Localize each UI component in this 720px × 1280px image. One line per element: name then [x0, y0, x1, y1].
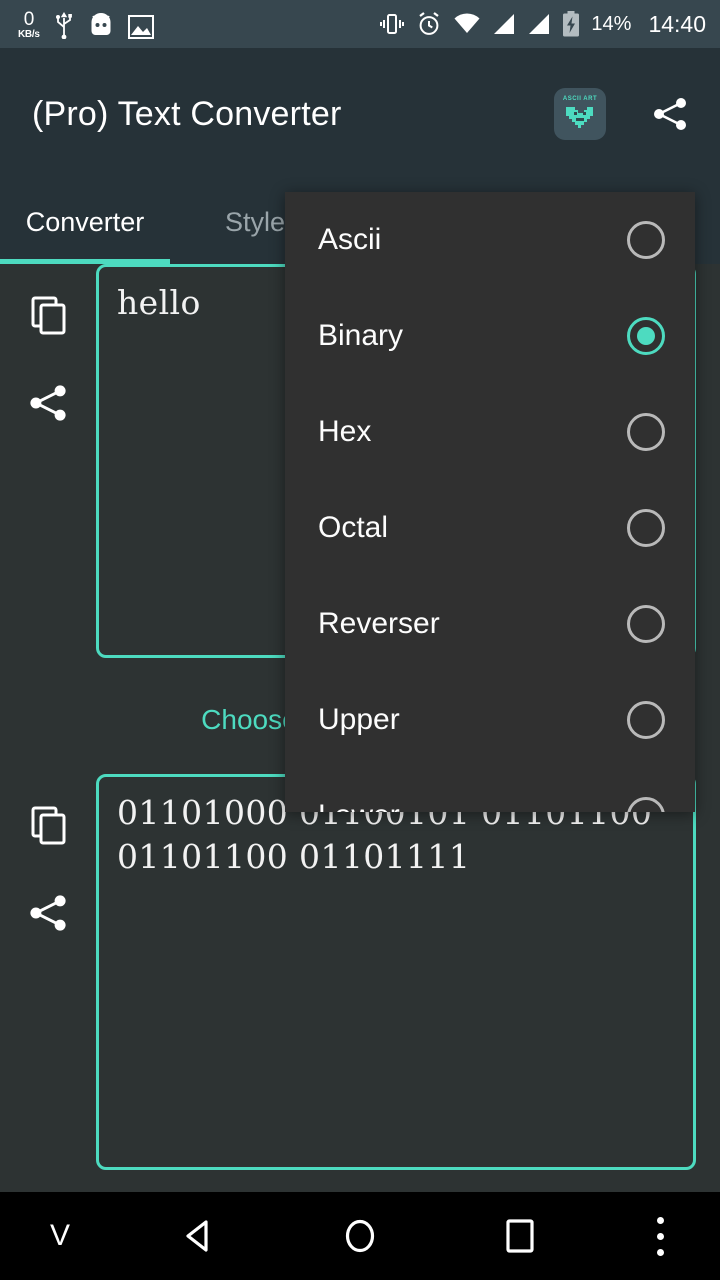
signal-sim2-icon	[527, 13, 551, 35]
method-option-ascii[interactable]: Ascii	[285, 192, 695, 288]
method-option-octal[interactable]: Octal	[285, 480, 695, 576]
output-section: 01101000 01100101 01101100 01101100 0110…	[0, 774, 696, 1170]
status-bar-left: 0 KB/s	[18, 9, 154, 40]
output-textarea[interactable]: 01101000 01100101 01101100 01101100 0110…	[96, 774, 696, 1170]
method-option-reverser[interactable]: Reverser	[285, 576, 695, 672]
home-icon	[345, 1219, 375, 1253]
recents-icon	[506, 1219, 534, 1253]
system-navigation-bar: V	[0, 1192, 720, 1280]
heart-icon	[566, 106, 593, 128]
ascii-art-icon-label: ASCII ART	[562, 95, 598, 102]
usb-icon	[54, 11, 74, 39]
method-option-label: Octal	[318, 511, 389, 544]
status-bar: 0 KB/s 14% 14:40	[0, 0, 720, 48]
share-icon	[654, 98, 686, 130]
method-option-hex[interactable]: Hex	[285, 384, 695, 480]
network-speed-unit: KB/s	[18, 29, 40, 40]
ascii-art-app-icon[interactable]: ASCII ART	[554, 88, 606, 140]
share-input-button[interactable]	[23, 378, 73, 428]
output-side-actions	[0, 774, 96, 1170]
clock: 14:40	[648, 10, 706, 37]
share-icon	[30, 385, 66, 421]
method-option-label: Hex	[318, 415, 372, 448]
back-icon	[186, 1220, 208, 1252]
radio-hex[interactable]	[627, 413, 665, 451]
method-option-lower[interactable]: Lower	[285, 768, 695, 812]
network-speed-value: 0	[23, 9, 35, 30]
overflow-menu-icon	[656, 1216, 664, 1256]
choose-method-dialog[interactable]: Ascii Binary Hex Octal Reverser Upper Lo…	[285, 192, 695, 812]
nav-overflow-button[interactable]	[600, 1192, 720, 1280]
nav-recents-button[interactable]	[440, 1192, 600, 1280]
nav-back-button[interactable]	[120, 1192, 280, 1280]
vibrate-icon	[379, 11, 405, 37]
radio-binary[interactable]	[627, 317, 665, 355]
share-icon	[30, 895, 66, 931]
alarm-icon	[416, 11, 442, 37]
method-option-label: Reverser	[318, 607, 440, 640]
method-option-label: Upper	[318, 703, 400, 736]
tab-converter-label: Converter	[25, 206, 145, 237]
copy-icon	[31, 806, 66, 845]
chevron-down-icon: V	[49, 1219, 70, 1252]
status-bar-right: 14% 14:40	[379, 11, 706, 38]
input-side-actions	[0, 264, 96, 658]
hide-keyboard-button[interactable]: V	[0, 1192, 120, 1280]
nav-home-button[interactable]	[280, 1192, 440, 1280]
share-button[interactable]	[644, 88, 696, 140]
radio-lower[interactable]	[627, 797, 665, 812]
method-option-label: Binary	[318, 319, 404, 352]
radio-reverser[interactable]	[627, 605, 665, 643]
page-title: (Pro) Text Converter	[32, 94, 342, 133]
radio-octal[interactable]	[627, 509, 665, 547]
copy-output-button[interactable]	[23, 800, 73, 850]
image-icon	[127, 15, 154, 39]
network-speed-indicator: 0 KB/s	[18, 10, 40, 40]
radio-ascii[interactable]	[627, 221, 665, 259]
method-option-upper[interactable]: Upper	[285, 672, 695, 768]
battery-percent: 14%	[591, 12, 632, 35]
method-option-binary[interactable]: Binary	[285, 288, 695, 384]
radio-upper[interactable]	[627, 701, 665, 739]
signal-sim1-icon	[492, 13, 516, 35]
copy-icon	[31, 296, 66, 335]
tab-style-label: Style	[224, 206, 286, 237]
copy-input-button[interactable]	[23, 290, 73, 340]
share-output-button[interactable]	[23, 888, 73, 938]
tab-converter[interactable]: Converter	[0, 180, 170, 264]
method-option-label: Ascii	[318, 223, 382, 256]
wifi-icon	[453, 13, 481, 35]
battery-charging-icon	[562, 11, 580, 37]
app-bar: (Pro) Text Converter ASCII ART	[0, 48, 720, 180]
android-debug-icon	[88, 13, 114, 39]
method-option-label: Lower	[318, 799, 627, 812]
